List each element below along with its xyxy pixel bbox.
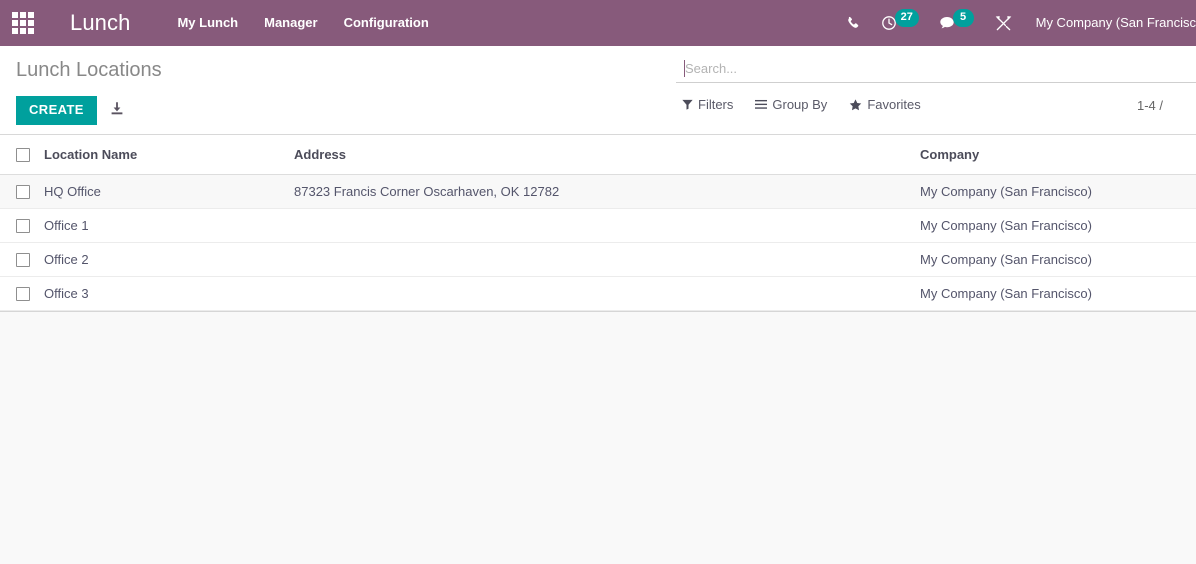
table-bottom-border — [0, 311, 1196, 312]
menu-item-configuration[interactable]: Configuration — [331, 0, 442, 46]
column-header-address[interactable]: Address — [294, 135, 920, 175]
control-panel: Lunch Locations CREATE Search... Filters… — [0, 46, 1196, 135]
phone-call-button[interactable] — [836, 0, 871, 46]
locations-table: Location Name Address Company HQ Office 8… — [0, 135, 1196, 311]
search-dropdown-buttons: Filters Group By Favorites 1-4 / — [676, 97, 1196, 113]
search-input[interactable] — [676, 56, 1196, 82]
menu-item-my-lunch[interactable]: My Lunch — [164, 0, 251, 46]
messages-count-badge: 5 — [952, 9, 974, 27]
phone-icon — [846, 16, 861, 31]
row-select-checkbox[interactable] — [16, 218, 30, 233]
search-input-wrap — [676, 56, 1196, 83]
cell-address — [294, 276, 920, 311]
select-all-header — [0, 135, 44, 175]
cell-company: My Company (San Francisco) — [920, 174, 1196, 209]
navbar-systray: 27 5 My Company (San Francisc — [836, 0, 1196, 46]
cell-address — [294, 242, 920, 277]
favorites-label: Favorites — [867, 97, 921, 112]
cell-location-name: HQ Office — [44, 174, 294, 209]
favorites-dropdown-button[interactable]: Favorites — [849, 97, 921, 112]
row-select-checkbox[interactable] — [16, 184, 30, 199]
row-select-cell — [0, 276, 44, 311]
user-company-menu[interactable]: My Company (San Francisc — [1022, 0, 1196, 46]
group-by-dropdown-button[interactable]: Group By — [755, 97, 827, 112]
group-by-label: Group By — [772, 97, 828, 112]
table-header: Location Name Address Company — [0, 135, 1196, 175]
select-all-checkbox[interactable] — [16, 147, 30, 162]
activities-button[interactable]: 27 — [871, 0, 919, 46]
cell-company: My Company (San Francisco) — [920, 276, 1196, 311]
row-select-cell — [0, 242, 44, 277]
row-select-checkbox[interactable] — [16, 252, 30, 267]
import-records-button[interactable] — [109, 101, 125, 120]
create-button[interactable]: CREATE — [16, 95, 97, 125]
table-body: HQ Office 87323 Francis Corner Oscarhaven… — [0, 174, 1196, 311]
cell-address: 87323 Francis Corner Oscarhaven, OK 1278… — [294, 174, 920, 209]
cell-company: My Company (San Francisco) — [920, 208, 1196, 243]
cell-address — [294, 208, 920, 243]
favorites-star-icon — [849, 98, 862, 111]
table-row[interactable]: Office 2 My Company (San Francisco) — [0, 242, 1196, 277]
activities-count-badge: 27 — [894, 9, 919, 27]
apps-grid-icon — [12, 12, 34, 34]
apps-menu-toggle[interactable] — [0, 0, 46, 46]
cell-location-name: Office 2 — [44, 242, 294, 277]
filters-dropdown-button[interactable]: Filters — [682, 97, 733, 112]
table-header-row: Location Name Address Company — [0, 135, 1196, 175]
row-select-checkbox[interactable] — [16, 286, 30, 301]
cell-company: My Company (San Francisco) — [920, 242, 1196, 277]
table-row[interactable]: Office 3 My Company (San Francisco) — [0, 276, 1196, 311]
table-row[interactable]: Office 1 My Company (San Francisco) — [0, 208, 1196, 243]
messages-button[interactable]: 5 — [929, 0, 974, 46]
pager-value[interactable]: 1-4 / — [1137, 98, 1163, 113]
breadcrumb: Lunch Locations — [16, 59, 162, 81]
table-row[interactable]: HQ Office 87323 Francis Corner Oscarhaven… — [0, 174, 1196, 209]
row-select-cell — [0, 208, 44, 243]
group-by-list-icon — [755, 99, 768, 110]
search-area: Filters Group By Favor — [676, 46, 1196, 135]
column-header-company[interactable]: Company — [920, 135, 1196, 175]
cell-location-name: Office 1 — [44, 208, 294, 243]
cell-location-name: Office 3 — [44, 276, 294, 311]
search-text-cursor — [684, 60, 685, 77]
developer-tools-button[interactable] — [985, 0, 1022, 46]
app-brand-lunch[interactable]: Lunch — [70, 10, 130, 36]
main-menu: My Lunch Manager Configuration — [164, 0, 441, 46]
top-navbar: Lunch My Lunch Manager Configuration 27 — [0, 0, 1196, 46]
filter-funnel-icon — [682, 99, 693, 110]
menu-item-manager[interactable]: Manager — [251, 0, 330, 46]
filters-label: Filters — [698, 97, 734, 112]
import-download-icon — [109, 101, 125, 120]
row-select-cell — [0, 174, 44, 209]
list-view-content: Location Name Address Company HQ Office 8… — [0, 135, 1196, 564]
debug-tools-icon — [995, 15, 1012, 32]
column-header-location-name[interactable]: Location Name — [44, 135, 294, 175]
